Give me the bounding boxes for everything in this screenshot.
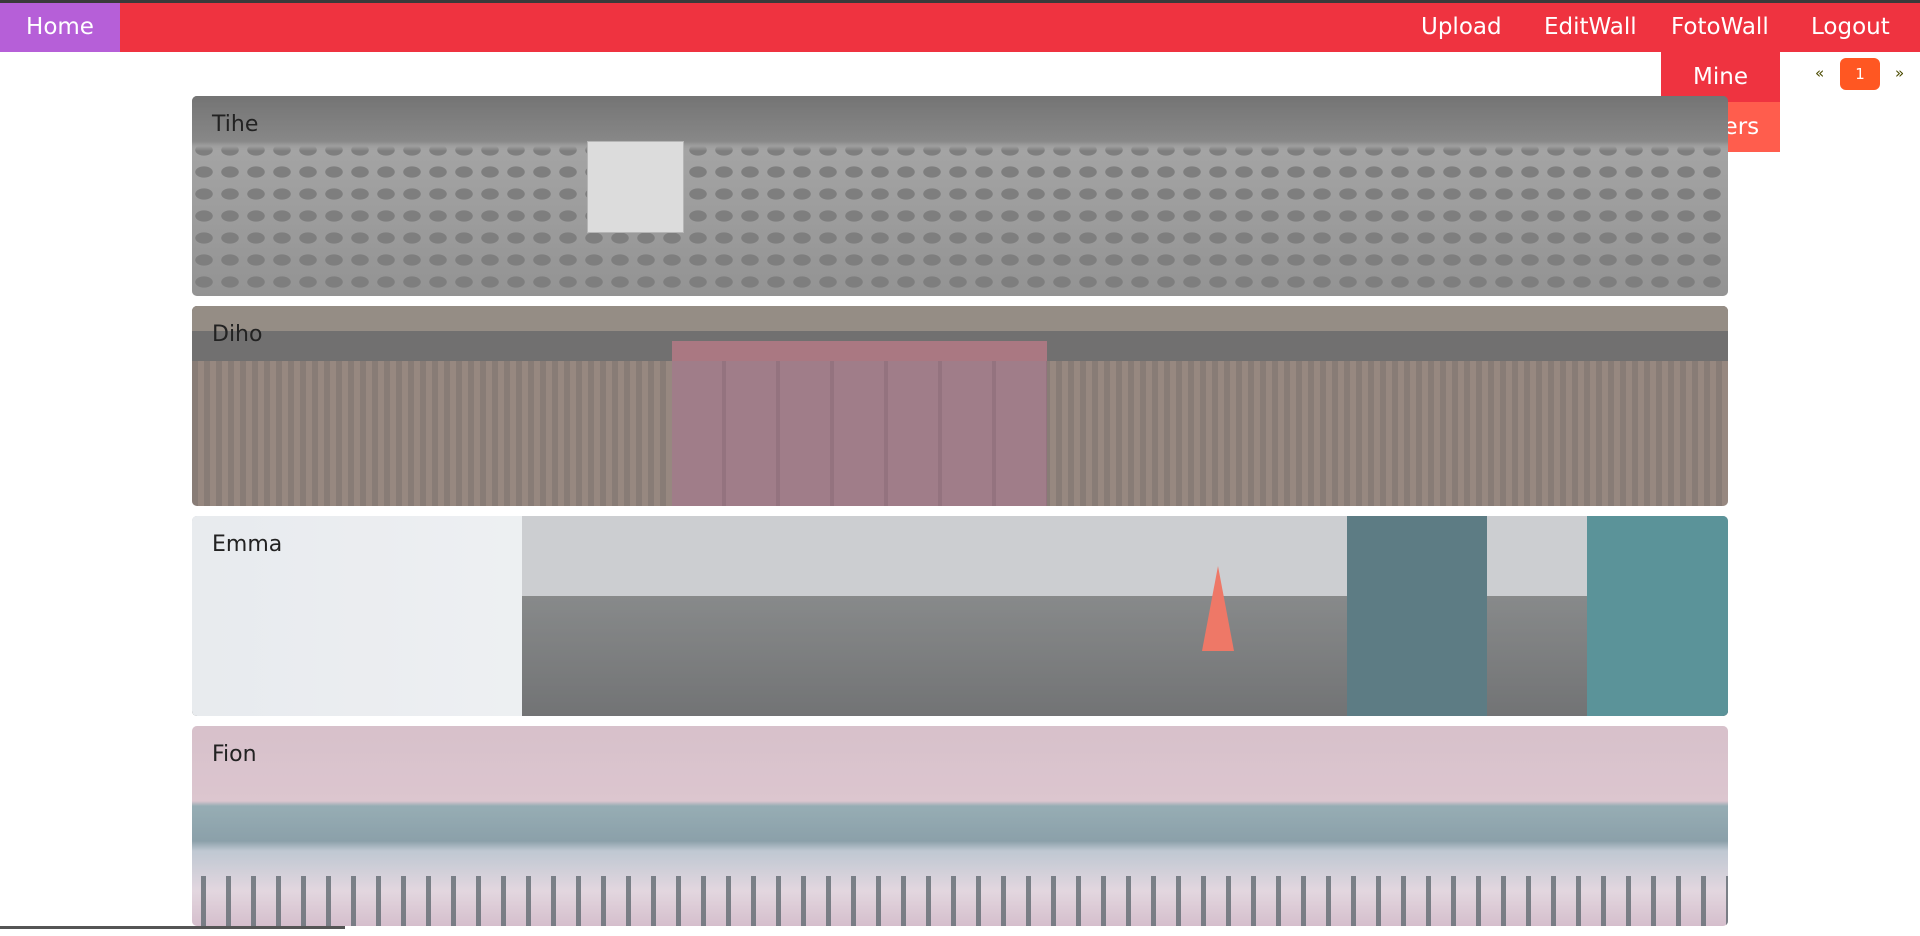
home-button[interactable]: Home	[0, 3, 120, 52]
wall-card-name: Tihe	[212, 112, 259, 137]
fotowall-link[interactable]: FotoWall	[1671, 3, 1769, 52]
wall-card-tihe[interactable]: Tihe	[192, 96, 1728, 296]
editwall-link[interactable]: EditWall	[1544, 3, 1637, 52]
dropdown-item-mine[interactable]: Mine	[1661, 52, 1780, 102]
photo-wall: Tihe Diho Emma Fion	[192, 96, 1728, 936]
pagination-next[interactable]: »	[1895, 64, 1904, 82]
wall-card-emma[interactable]: Emma	[192, 516, 1728, 716]
top-navbar: Home Upload EditWall FotoWall Logout	[0, 3, 1920, 52]
wall-card-name: Fion	[212, 742, 257, 767]
logout-link[interactable]: Logout	[1811, 3, 1890, 52]
pagination-page-current[interactable]: 1	[1840, 58, 1880, 90]
wall-card-name: Diho	[212, 322, 263, 347]
pagination-prev[interactable]: «	[1815, 64, 1824, 82]
wall-card-fion[interactable]: Fion	[192, 726, 1728, 926]
wall-card-diho[interactable]: Diho	[192, 306, 1728, 506]
wall-card-name: Emma	[212, 532, 283, 557]
upload-link[interactable]: Upload	[1421, 3, 1502, 52]
